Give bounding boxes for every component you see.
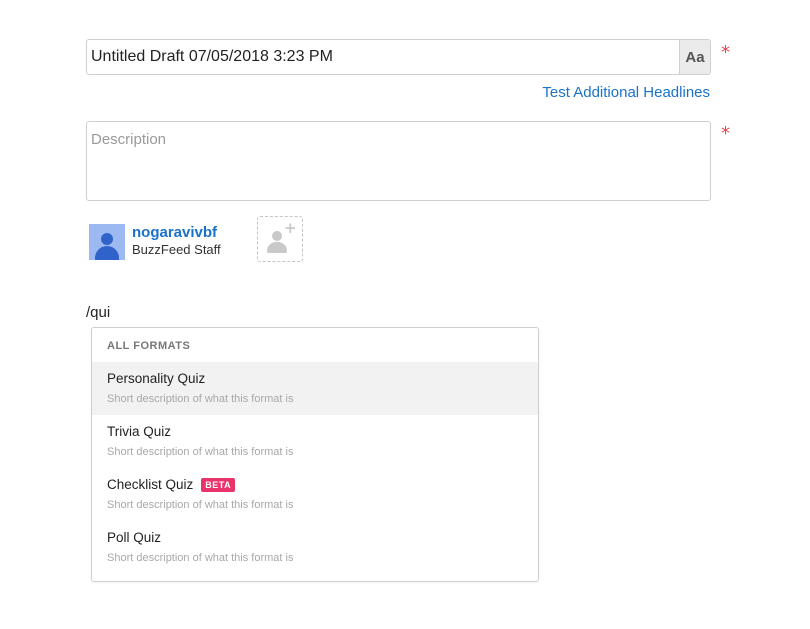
- format-option-personality-quiz[interactable]: Personality Quiz Short description of wh…: [92, 362, 538, 415]
- add-author-button[interactable]: +: [257, 216, 303, 262]
- slash-command-text[interactable]: /qui: [86, 304, 110, 321]
- font-style-button[interactable]: Aa: [679, 40, 710, 74]
- description-field: [86, 121, 711, 201]
- format-title: Checklist Quiz BETA: [107, 477, 236, 492]
- formats-dropdown: ALL FORMATS Personality Quiz Short descr…: [91, 327, 539, 582]
- required-marker-headline: *: [721, 42, 730, 63]
- format-description: Short description of what this format is: [107, 446, 294, 458]
- description-input[interactable]: [87, 122, 710, 200]
- format-title: Personality Quiz: [107, 371, 206, 386]
- format-option-poll-quiz[interactable]: Poll Quiz Short description of what this…: [92, 521, 538, 574]
- format-description: Short description of what this format is: [107, 499, 294, 511]
- author-role: BuzzFeed Staff: [132, 242, 221, 257]
- author-username[interactable]: nogaravivbf: [132, 224, 217, 241]
- required-marker-description: *: [721, 123, 730, 144]
- format-option-checklist-quiz[interactable]: Checklist Quiz BETA Short description of…: [92, 468, 538, 521]
- format-title: Trivia Quiz: [107, 424, 172, 439]
- format-description: Short description of what this format is: [107, 552, 294, 564]
- format-description: Short description of what this format is: [107, 393, 294, 405]
- avatar-body-shape: [95, 246, 119, 260]
- beta-badge: BETA: [201, 477, 236, 492]
- format-option-trivia-quiz[interactable]: Trivia Quiz Short description of what th…: [92, 415, 538, 468]
- test-additional-headlines-link[interactable]: Test Additional Headlines: [542, 84, 710, 101]
- headline-input[interactable]: [87, 40, 681, 74]
- dropdown-header: ALL FORMATS: [107, 340, 191, 352]
- author-avatar: [89, 224, 125, 260]
- format-title: Poll Quiz: [107, 530, 162, 545]
- headline-field: Aa: [86, 39, 711, 75]
- avatar-head-shape: [101, 233, 113, 245]
